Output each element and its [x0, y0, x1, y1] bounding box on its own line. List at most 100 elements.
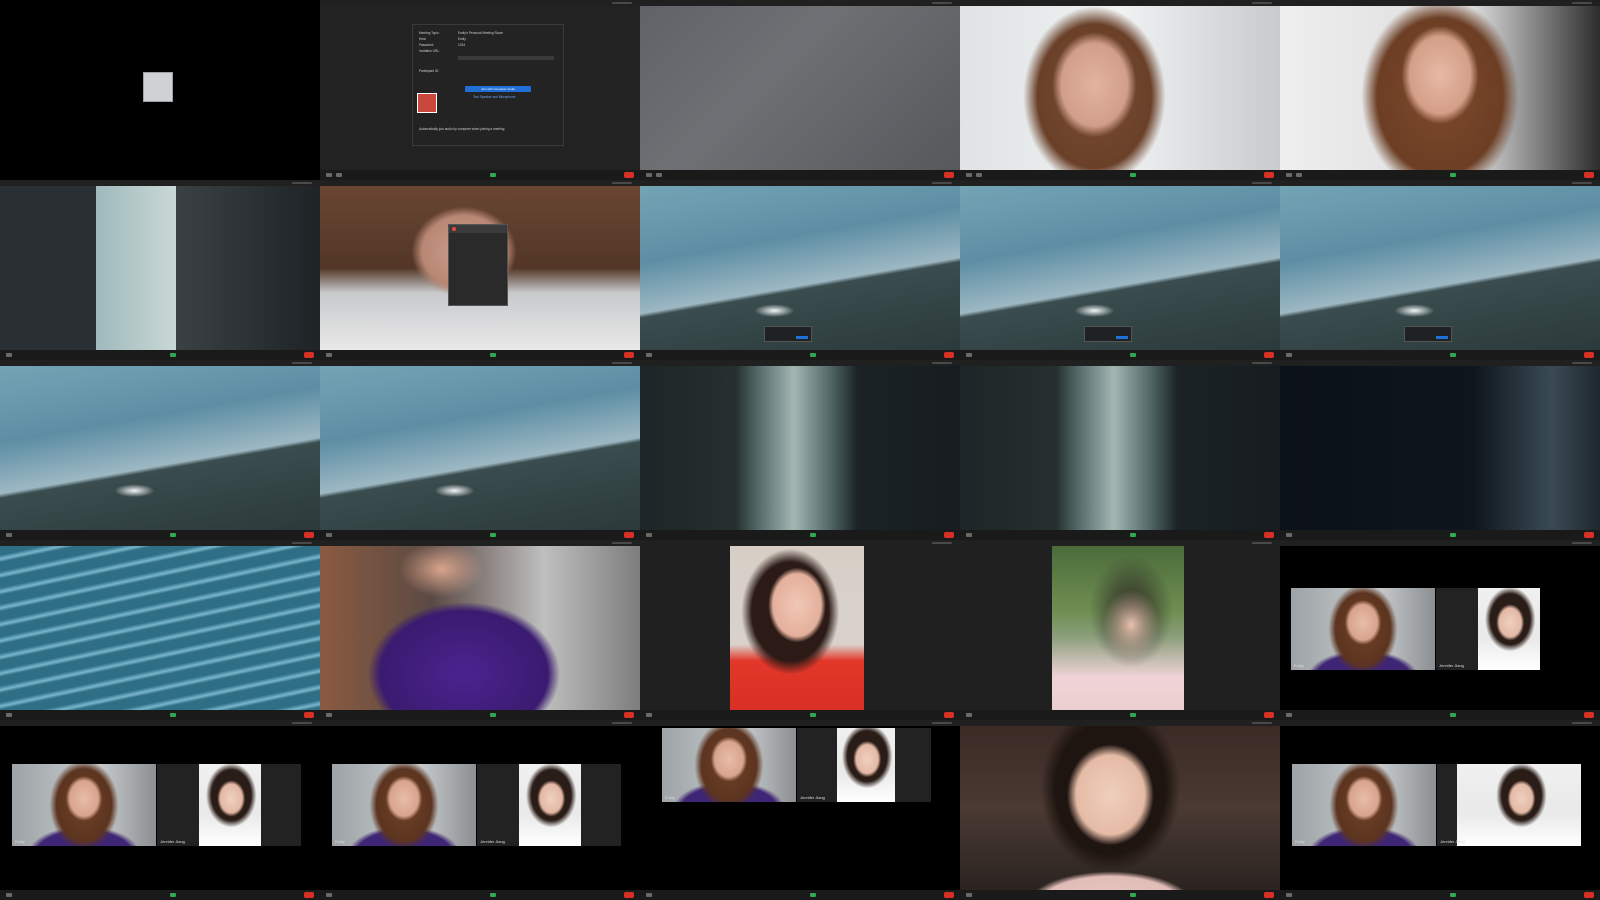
microphone-icon[interactable]	[646, 893, 652, 897]
microphone-icon[interactable]	[966, 173, 972, 177]
frame-2-4	[960, 180, 1280, 360]
microphone-icon[interactable]	[966, 533, 972, 537]
share-screen-icon[interactable]	[810, 533, 816, 537]
microphone-icon[interactable]	[326, 533, 332, 537]
share-screen-icon[interactable]	[1450, 713, 1456, 717]
microphone-icon[interactable]	[1286, 353, 1292, 357]
join-audio-button[interactable]: Join with Computer Audio	[465, 86, 531, 92]
end-meeting-button[interactable]	[1264, 352, 1274, 358]
participant-tile-left[interactable]: Emily	[332, 764, 476, 846]
end-meeting-button[interactable]	[304, 352, 314, 358]
participant-tile-right[interactable]: Jennifer Jiang	[1436, 588, 1540, 670]
microphone-icon[interactable]	[1286, 533, 1292, 537]
participant-photo	[730, 546, 864, 710]
share-screen-icon[interactable]	[170, 353, 176, 357]
end-meeting-button[interactable]	[304, 892, 314, 898]
end-meeting-button[interactable]	[1264, 892, 1274, 898]
microphone-icon[interactable]	[326, 713, 332, 717]
end-meeting-button[interactable]	[304, 712, 314, 718]
end-meeting-button[interactable]	[1264, 532, 1274, 538]
microphone-icon[interactable]	[966, 713, 972, 717]
share-screen-icon[interactable]	[810, 713, 816, 717]
participant-tile-left[interactable]: Emily	[12, 764, 156, 846]
end-meeting-button[interactable]	[624, 352, 634, 358]
end-meeting-button[interactable]	[624, 172, 634, 178]
end-meeting-button[interactable]	[624, 892, 634, 898]
end-meeting-button[interactable]	[1584, 712, 1594, 718]
end-meeting-button[interactable]	[1584, 892, 1594, 898]
share-screen-icon[interactable]	[170, 893, 176, 897]
participant-tile-left[interactable]: Emily	[662, 728, 796, 802]
video-icon[interactable]	[1296, 173, 1302, 177]
microphone-icon[interactable]	[966, 353, 972, 357]
end-meeting-button[interactable]	[1584, 532, 1594, 538]
share-screen-icon[interactable]	[490, 893, 496, 897]
end-meeting-button[interactable]	[944, 532, 954, 538]
close-icon[interactable]	[452, 227, 456, 231]
meeting-toolbar	[640, 170, 960, 180]
password-value: 1234	[458, 43, 466, 47]
share-screen-icon[interactable]	[490, 533, 496, 537]
end-meeting-button[interactable]	[944, 172, 954, 178]
microphone-icon[interactable]	[6, 353, 12, 357]
microphone-icon[interactable]	[6, 893, 12, 897]
video-icon[interactable]	[656, 173, 662, 177]
participant-tile-right[interactable]: Jennifer Jiang	[477, 764, 621, 846]
share-screen-icon[interactable]	[1130, 533, 1136, 537]
share-screen-icon[interactable]	[1130, 173, 1136, 177]
share-screen-icon[interactable]	[490, 713, 496, 717]
end-meeting-button[interactable]	[944, 712, 954, 718]
end-meeting-button[interactable]	[1584, 172, 1594, 178]
end-meeting-button[interactable]	[304, 532, 314, 538]
participant-tile-right[interactable]: Jennifer Jiang	[157, 764, 301, 846]
end-meeting-button[interactable]	[624, 712, 634, 718]
participant-tile-left[interactable]: Emily	[1291, 588, 1435, 670]
participant-tile-right[interactable]: Jennifer Jiang	[1437, 764, 1581, 846]
microphone-icon[interactable]	[1286, 893, 1292, 897]
microphone-icon[interactable]	[1286, 173, 1292, 177]
end-meeting-button[interactable]	[1264, 712, 1274, 718]
notification-dialog[interactable]	[1404, 326, 1452, 342]
share-screen-icon[interactable]	[490, 353, 496, 357]
share-screen-icon[interactable]	[170, 713, 176, 717]
share-screen-icon[interactable]	[810, 893, 816, 897]
microphone-icon[interactable]	[326, 173, 332, 177]
password-label: Password:	[419, 43, 434, 47]
share-screen-icon[interactable]	[1450, 893, 1456, 897]
end-meeting-button[interactable]	[1264, 172, 1274, 178]
test-audio-link[interactable]: Test Speaker and Microphone	[473, 95, 515, 99]
share-screen-icon[interactable]	[810, 353, 816, 357]
invite-url-field[interactable]	[458, 56, 554, 60]
participant-tile-right[interactable]: Jennifer Jiang	[797, 728, 931, 802]
microphone-icon[interactable]	[966, 893, 972, 897]
share-screen-icon[interactable]	[490, 173, 496, 177]
participant-tile-left[interactable]: Emily	[1292, 764, 1436, 846]
video-icon[interactable]	[336, 173, 342, 177]
share-screen-icon[interactable]	[1450, 533, 1456, 537]
microphone-icon[interactable]	[1286, 713, 1292, 717]
popup-window[interactable]	[448, 224, 508, 306]
auto-join-checkbox[interactable]: Automatically join audio by computer whe…	[419, 127, 504, 131]
end-meeting-button[interactable]	[624, 532, 634, 538]
microphone-icon[interactable]	[646, 173, 652, 177]
share-screen-icon[interactable]	[1130, 893, 1136, 897]
microphone-icon[interactable]	[6, 713, 12, 717]
microphone-icon[interactable]	[6, 533, 12, 537]
end-meeting-button[interactable]	[1584, 352, 1594, 358]
video-feed	[320, 546, 640, 710]
video-icon[interactable]	[976, 173, 982, 177]
share-screen-icon[interactable]	[170, 533, 176, 537]
notification-dialog[interactable]	[1084, 326, 1132, 342]
notification-dialog[interactable]	[764, 326, 812, 342]
share-screen-icon[interactable]	[1450, 353, 1456, 357]
end-meeting-button[interactable]	[944, 892, 954, 898]
microphone-icon[interactable]	[646, 713, 652, 717]
share-screen-icon[interactable]	[1130, 713, 1136, 717]
microphone-icon[interactable]	[326, 353, 332, 357]
share-screen-icon[interactable]	[1130, 353, 1136, 357]
share-screen-icon[interactable]	[1450, 173, 1456, 177]
microphone-icon[interactable]	[646, 533, 652, 537]
microphone-icon[interactable]	[646, 353, 652, 357]
microphone-icon[interactable]	[326, 893, 332, 897]
end-meeting-button[interactable]	[944, 352, 954, 358]
